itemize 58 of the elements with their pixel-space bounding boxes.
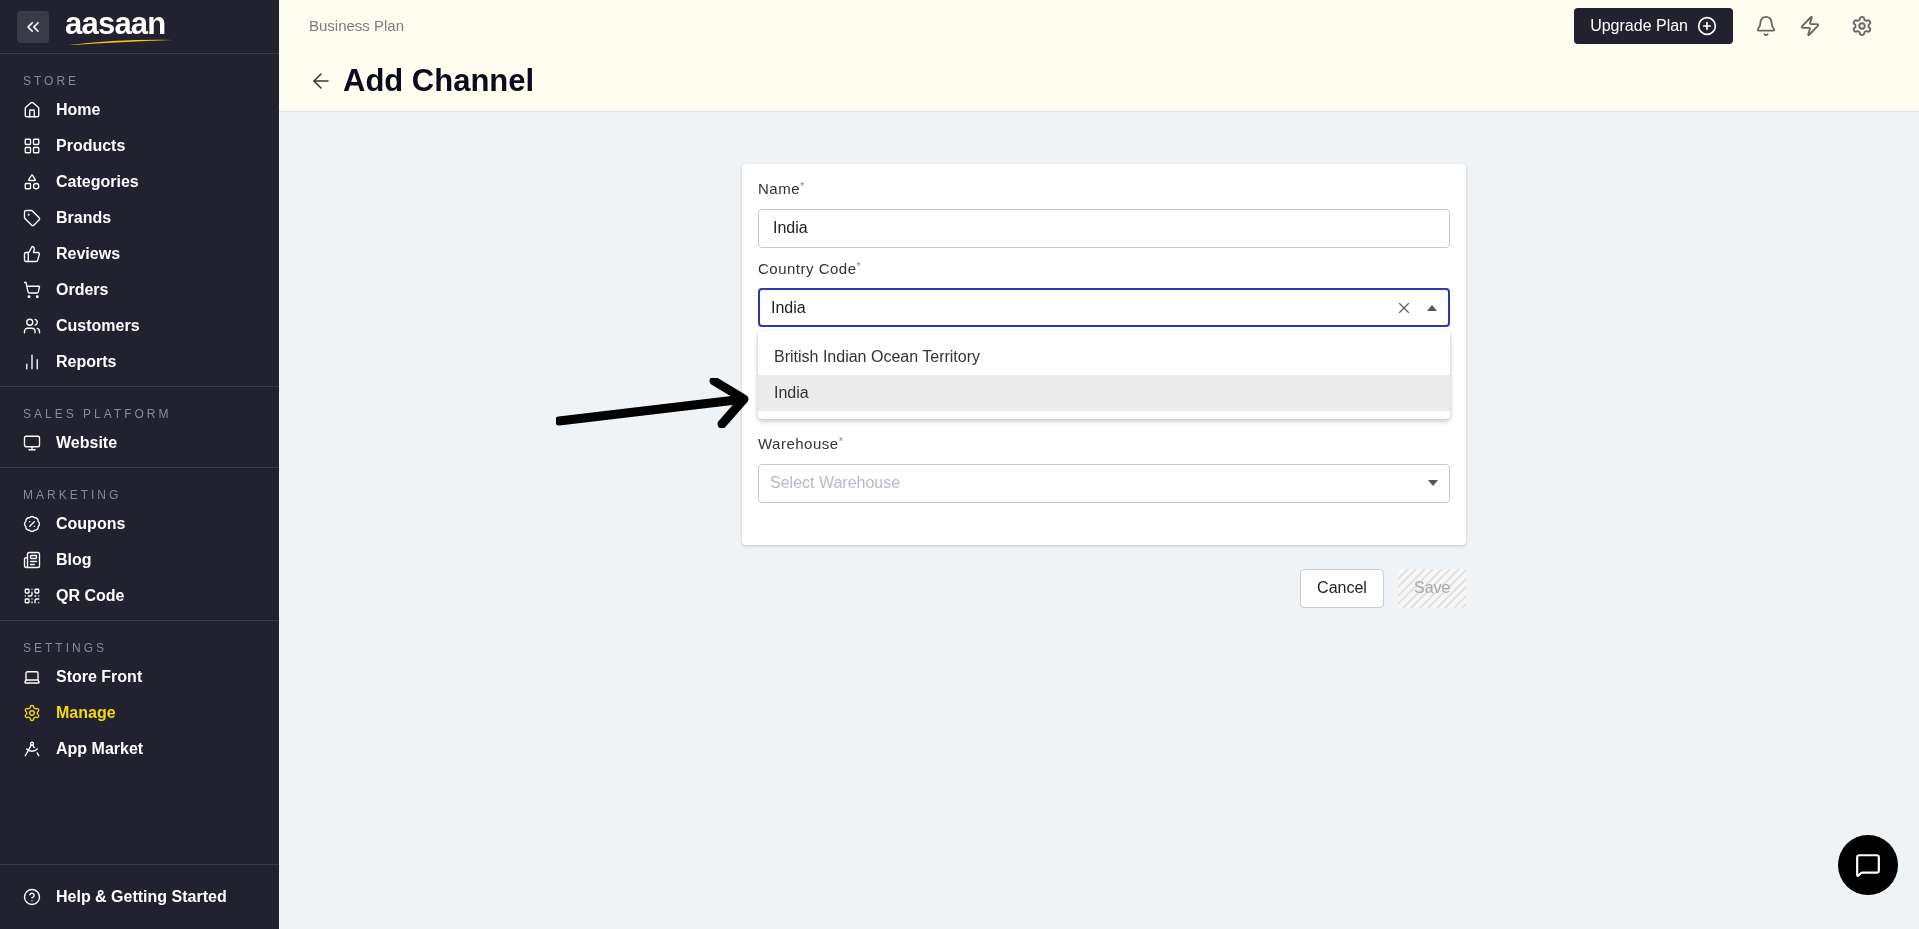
cancel-button[interactable]: Cancel: [1300, 568, 1384, 608]
plan-label: Business Plan: [309, 15, 405, 36]
badge-percent-icon: [23, 515, 41, 533]
lightning-icon[interactable]: [1799, 15, 1821, 37]
select-value: India: [771, 297, 807, 318]
compass-icon: [23, 740, 41, 758]
plus-circle-icon: [1697, 16, 1717, 36]
sidebar-item[interactable]: Reports: [0, 344, 279, 380]
sidebar-item[interactable]: Brands: [0, 200, 279, 236]
sidebar-item[interactable]: Products: [0, 128, 279, 164]
help-icon: [23, 888, 41, 906]
sidebar-item[interactable]: Orders: [0, 272, 279, 308]
grid-icon: [23, 137, 41, 155]
field-label: Name*: [758, 179, 806, 199]
select-field[interactable]: India: [758, 288, 1450, 327]
collapse-button[interactable]: [17, 10, 49, 43]
bar-chart-icon: [23, 353, 41, 371]
caret-icon[interactable]: [1428, 480, 1438, 486]
settings-icon[interactable]: [1851, 15, 1873, 37]
sidebar-item[interactable]: Customers: [0, 308, 279, 344]
sidebar-item[interactable]: Website: [0, 425, 279, 461]
logo: aasaan: [65, 8, 167, 39]
laptop-icon: [23, 668, 41, 686]
cart-icon: [23, 281, 41, 299]
thumbs-up-icon: [23, 245, 41, 263]
dropdown-option[interactable]: India: [758, 375, 1450, 411]
sidebar-item[interactable]: Coupons: [0, 506, 279, 542]
gear-icon: [23, 704, 41, 722]
page-title: Add Channel: [343, 62, 535, 100]
qr-code-icon: [23, 587, 41, 605]
select-placeholder: Select Warehouse: [770, 473, 902, 493]
tag-icon: [23, 209, 41, 227]
sidebar-item[interactable]: App Market: [0, 731, 279, 767]
help-link[interactable]: Help & Getting Started: [0, 879, 250, 915]
sidebar-item[interactable]: Home: [0, 92, 279, 128]
home-icon: [23, 101, 41, 119]
sidebar-item[interactable]: Store Front: [0, 659, 279, 695]
field-label: Country Code*: [758, 258, 863, 279]
newspaper-icon: [23, 551, 41, 569]
dropdown-option[interactable]: British Indian Ocean Territory: [758, 339, 1450, 375]
monitor-icon: [23, 434, 41, 452]
section-heading: SALES PLATFORM: [22, 406, 173, 423]
section-heading: MARKETING: [22, 487, 123, 504]
sidebar-item[interactable]: Manage: [0, 695, 279, 731]
upgrade-button[interactable]: Upgrade Plan: [1574, 8, 1733, 44]
bell-icon[interactable]: [1755, 15, 1777, 37]
shapes-icon: [23, 173, 41, 191]
section-heading: STORE: [22, 73, 81, 90]
sidebar-item[interactable]: Reviews: [0, 236, 279, 272]
field-label: Warehouse*: [758, 434, 845, 454]
caret-icon[interactable]: [1427, 304, 1437, 311]
section-heading: SETTINGS: [22, 640, 108, 657]
sidebar-item[interactable]: QR Code: [0, 578, 279, 614]
users-icon: [23, 317, 41, 335]
input-field[interactable]: India: [758, 208, 1450, 248]
sidebar-item[interactable]: Categories: [0, 164, 279, 200]
sidebar-item[interactable]: Blog: [0, 542, 279, 578]
chat-icon: [1855, 852, 1881, 878]
